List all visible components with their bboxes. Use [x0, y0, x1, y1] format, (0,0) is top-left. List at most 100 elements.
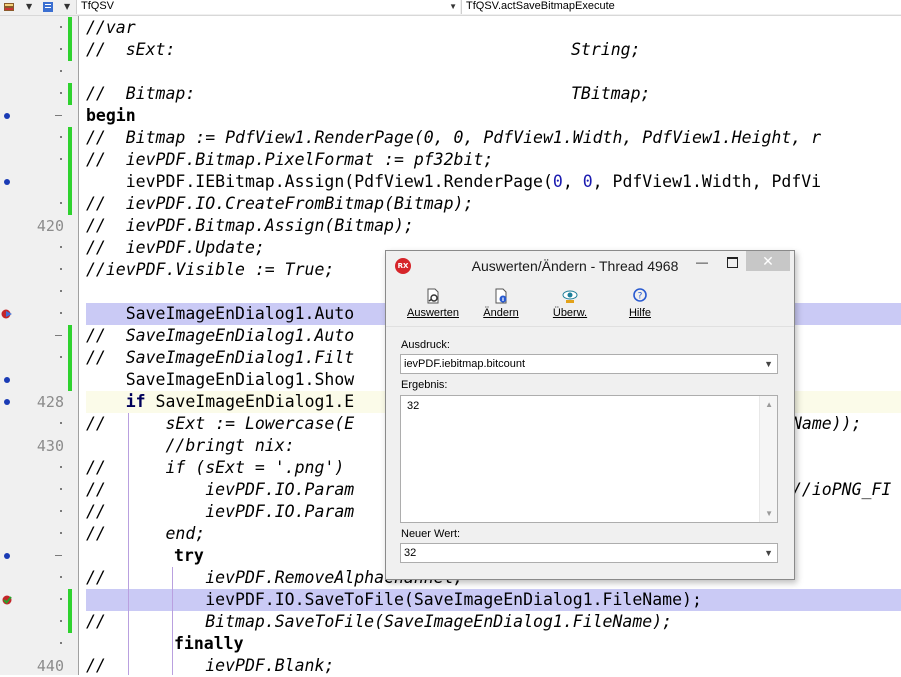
- method-combo-value: TfQSV.actSaveBitmapExecute: [466, 0, 615, 12]
- line-dot: [60, 598, 62, 600]
- method-combo[interactable]: TfQSV.actSaveBitmapExecute: [461, 0, 901, 14]
- code-line[interactable]: // Bitmap.SaveToFile(SaveImageEnDialog1.…: [0, 611, 901, 633]
- line-number: 430: [36, 437, 64, 455]
- code-text: //var: [86, 18, 136, 37]
- breakpoint-icon[interactable]: [4, 399, 10, 405]
- code-line[interactable]: ievPDF.IEBitmap.Assign(PdfView1.RenderPa…: [0, 171, 901, 193]
- code-text: // sExt := Lowercase(E: [86, 414, 355, 433]
- code-text: SaveImageEnDialog1.Show: [86, 370, 355, 389]
- new-value-input[interactable]: 32 ▼: [400, 543, 778, 563]
- code-text: try: [174, 546, 204, 565]
- new-value-label: Neuer Wert:: [401, 528, 461, 540]
- new-value-value: 32: [404, 547, 417, 559]
- class-combo[interactable]: TfQSV ▼: [76, 0, 460, 14]
- evaluate-icon: [427, 288, 439, 304]
- line-dot: [60, 576, 62, 578]
- minimize-button[interactable]: —: [690, 253, 714, 271]
- code-line[interactable]: // ievPDF.IO.CreateFromBitmap(Bitmap);: [0, 193, 901, 215]
- class-view-icon[interactable]: [3, 1, 15, 13]
- line-dot: [60, 92, 62, 94]
- fold-marker[interactable]: [55, 555, 62, 556]
- code-line[interactable]: // Bitmap := PdfView1.RenderPage(0, 0, P…: [0, 127, 901, 149]
- line-dot: [60, 356, 62, 358]
- code-line[interactable]: finally: [0, 633, 901, 655]
- document-view-icon[interactable]: [42, 1, 54, 13]
- code-text: begin: [86, 106, 136, 125]
- help-icon: ?: [633, 288, 647, 302]
- chevron-down-icon: ▼: [449, 2, 457, 11]
- breakpoint-check-icon[interactable]: [1, 594, 13, 606]
- evaluate-modify-dialog: RX Auswerten/Ändern - Thread 4968 — ✕ Au…: [385, 250, 795, 580]
- code-text: String;: [571, 40, 641, 59]
- code-line[interactable]: // sExt: String;: [0, 39, 901, 61]
- evaluate-button-label: Auswerten: [407, 307, 459, 319]
- line-dot: [60, 642, 62, 644]
- code-line[interactable]: ievPDF.IO.SaveToFile(SaveImageEnDialog1.…: [0, 589, 901, 611]
- code-text: // SaveImageEnDialog1.Auto: [86, 326, 355, 345]
- expression-input[interactable]: ievPDF.iebitmap.bitcount ▼: [400, 354, 778, 374]
- code-text: //ievPDF.Visible := True;: [86, 260, 335, 279]
- line-dot: [60, 26, 62, 28]
- line-dot: [60, 158, 62, 160]
- modified-marker: [68, 611, 72, 633]
- modified-marker: [68, 127, 72, 149]
- code-text: // ievPDF.Blank;: [86, 656, 335, 675]
- code-line[interactable]: //var: [0, 17, 901, 39]
- chevron-down-icon[interactable]: ▼: [26, 1, 32, 13]
- modified-marker: [68, 193, 72, 215]
- modified-marker: [68, 589, 72, 611]
- code-line[interactable]: 420 // ievPDF.Bitmap.Assign(Bitmap);: [0, 215, 901, 237]
- help-button[interactable]: ? Hilfe: [618, 282, 662, 326]
- modify-button[interactable]: Ändern: [476, 282, 526, 326]
- line-dot: [60, 312, 62, 314]
- result-field[interactable]: 32 ▲ ▼: [400, 395, 778, 523]
- help-button-label: Hilfe: [628, 307, 651, 319]
- line-dot: [60, 202, 62, 204]
- modify-button-label: Ändern: [483, 307, 519, 319]
- breakpoint-icon[interactable]: [4, 113, 10, 119]
- chevron-down-icon[interactable]: ▼: [764, 355, 773, 373]
- code-line[interactable]: // ievPDF.Bitmap.PixelFormat := pf32bit;: [0, 149, 901, 171]
- result-value: 32: [407, 400, 420, 412]
- chevron-down-icon[interactable]: ▼: [764, 544, 773, 562]
- breakpoint-execution-icon[interactable]: [1, 308, 13, 320]
- line-number: 428: [36, 393, 64, 411]
- close-button[interactable]: ✕: [746, 251, 790, 271]
- code-text: //bringt nix:: [86, 436, 295, 455]
- block-guide: [128, 413, 129, 675]
- modified-marker: [68, 39, 72, 61]
- line-dot: [60, 422, 62, 424]
- dialog-titlebar[interactable]: RX Auswerten/Ändern - Thread 4968 — ✕: [386, 251, 794, 279]
- line-dot: [60, 70, 62, 72]
- code-text: ievPDF.IO.SaveToFile(SaveImageEnDialog1.…: [86, 590, 702, 609]
- line-dot: [60, 532, 62, 534]
- modify-icon: [495, 288, 507, 304]
- svg-text:?: ?: [638, 292, 643, 302]
- line-dot: [60, 246, 62, 248]
- code-text: //ioPNG_FI: [792, 480, 892, 499]
- maximize-button[interactable]: [720, 253, 744, 271]
- line-dot: [60, 510, 62, 512]
- fold-marker[interactable]: [55, 115, 62, 116]
- breakpoint-icon[interactable]: [4, 179, 10, 185]
- watch-button[interactable]: Überw.: [544, 282, 596, 326]
- line-number: 420: [36, 217, 64, 235]
- code-text: // ievPDF.IO.Param: [86, 502, 355, 521]
- code-line[interactable]: 440 // ievPDF.Blank;: [0, 655, 901, 677]
- code-text: if SaveImageEnDialog1.E: [125, 392, 355, 411]
- result-scrollbar[interactable]: ▲ ▼: [759, 396, 777, 522]
- code-line[interactable]: begin: [0, 105, 901, 127]
- code-line[interactable]: // Bitmap: TBitmap;: [0, 83, 901, 105]
- code-text: TBitmap;: [571, 84, 651, 103]
- fold-marker[interactable]: [55, 335, 62, 336]
- scroll-up-icon[interactable]: ▲: [765, 400, 773, 409]
- breakpoint-icon[interactable]: [4, 377, 10, 383]
- evaluate-button[interactable]: Auswerten: [401, 282, 465, 326]
- scroll-down-icon[interactable]: ▼: [765, 509, 773, 518]
- chevron-down-icon[interactable]: ▼: [64, 1, 70, 13]
- breakpoint-icon[interactable]: [4, 553, 10, 559]
- code-line[interactable]: [0, 61, 901, 83]
- line-dot: [60, 48, 62, 50]
- code-text: ievPDF.IEBitmap.Assign(PdfView1.RenderPa…: [86, 172, 822, 191]
- code-text: // ievPDF.IO.Param: [86, 480, 355, 499]
